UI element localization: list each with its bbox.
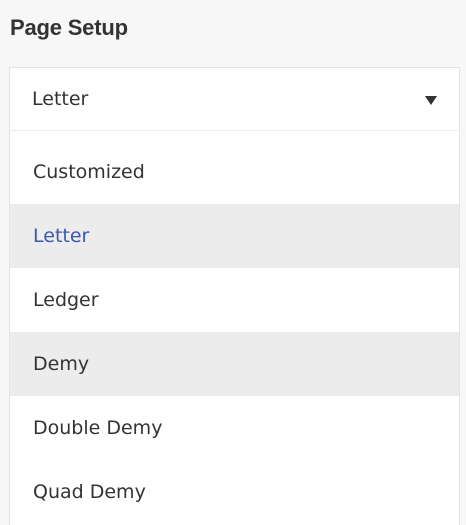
option-quad-demy[interactable]: Quad Demy: [10, 460, 459, 524]
option-customized[interactable]: Customized: [10, 140, 459, 204]
option-letter[interactable]: Letter: [10, 204, 459, 268]
caret-down-icon[interactable]: [425, 96, 437, 105]
page-setup-panel: Page Setup Letter Customized Letter Ledg…: [0, 0, 466, 525]
page-setup-title: Page Setup: [10, 15, 128, 40]
option-demy[interactable]: Demy: [10, 332, 459, 396]
page-size-select[interactable]: Letter: [9, 67, 460, 130]
page-size-select-value: Letter: [32, 88, 89, 110]
page-size-dropdown-menu: Customized Letter Ledger Demy Double Dem…: [9, 130, 460, 525]
option-double-demy[interactable]: Double Demy: [10, 396, 459, 460]
option-ledger[interactable]: Ledger: [10, 268, 459, 332]
